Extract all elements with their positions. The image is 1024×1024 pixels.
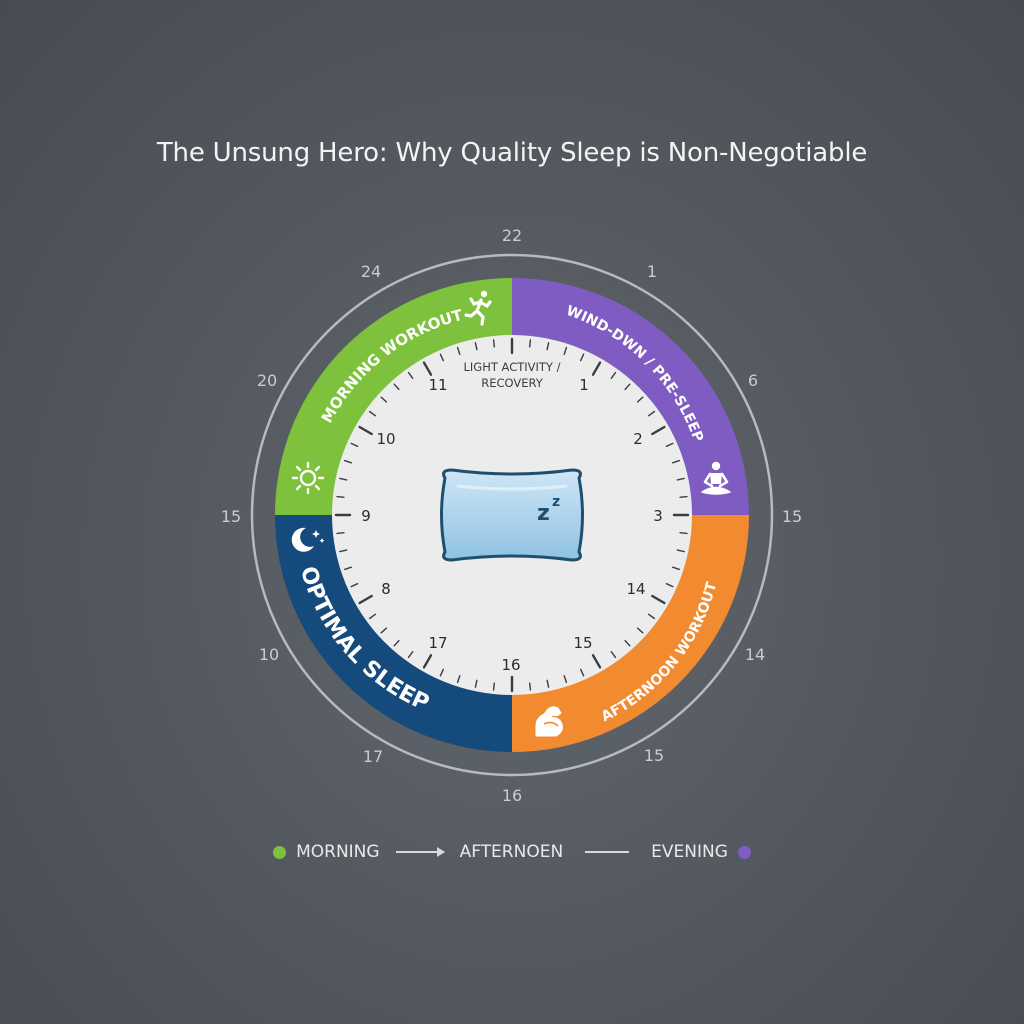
minor-tick [529,339,532,348]
minor-tick [679,532,688,535]
outer-number: 15 [221,507,241,526]
legend: MORNING AFTERNOEN EVENING [0,842,1024,862]
outer-number: 22 [502,226,522,245]
zzz-large: z [537,501,550,526]
center-label-line2: RECOVERY [481,376,544,390]
outer-number: 6 [748,371,758,390]
legend-morning: MORNING [296,842,380,862]
outer-number: 24 [361,262,381,281]
evening-legend-dot [737,845,751,859]
minor-tick [492,682,495,691]
center-label-line1: LIGHT ACTIVITY / [464,360,561,374]
dial-number: 3 [653,507,663,525]
outer-number: 10 [259,645,279,664]
outer-number: 1 [647,262,657,281]
minor-tick [492,339,495,348]
dial-number: 10 [376,430,395,448]
morning-legend-dot [273,845,287,859]
minor-tick [336,532,345,535]
pillow-icon: z z [440,468,584,562]
minor-tick [336,495,345,498]
dial-number: 17 [428,634,447,652]
dial-number: 2 [633,430,643,448]
outer-number: 15 [644,746,664,765]
minor-tick [679,495,688,498]
outer-number: 14 [745,645,765,664]
dial-number: 8 [381,580,391,598]
minor-tick [529,682,532,691]
dial-number: 1 [579,376,589,394]
legend-afternoon: AFTERNOEN [459,842,564,862]
sleep-cycle-diagram: MORNING WORKOUT WIND-DWN / PRE-SLEEP AFT… [221,226,802,805]
dial-number: 14 [626,580,645,598]
outer-number: 16 [502,786,522,805]
divider-line [585,851,630,853]
outer-number: 17 [363,747,383,766]
zzz-small: z [552,494,560,510]
legend-evening: EVENING [651,842,728,862]
outer-number: 15 [782,507,802,526]
outer-number: 20 [257,371,277,390]
dial-number: 9 [361,507,371,525]
dial-number: 15 [573,634,592,652]
dial-number: 16 [501,656,520,674]
arrow-right-icon [395,847,445,857]
dial-number: 11 [428,376,447,394]
